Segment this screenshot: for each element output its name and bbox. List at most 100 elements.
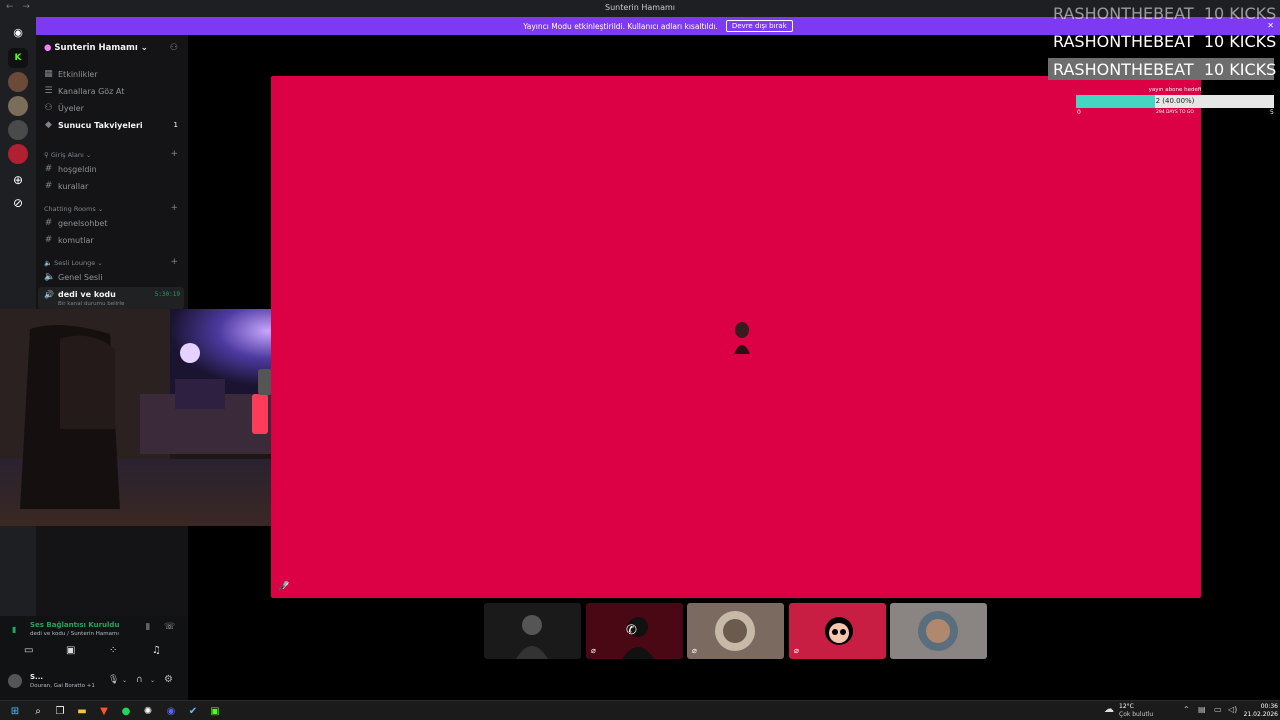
speaker-icon: 🔈 — [44, 272, 56, 282]
menu-server-boosts[interactable]: ◆ Sunucu Takviyeleri — [44, 120, 143, 130]
banner-text: Yayıncı Modu etkinleştirildi. Kullanıcı … — [523, 21, 718, 31]
steam-icon[interactable]: ✔ — [186, 704, 200, 718]
avatar — [918, 611, 958, 651]
disconnect-icon[interactable]: ☏ — [164, 622, 175, 632]
kick-alert: RASHONTHEBEAT 10 KICKS — [1053, 3, 1277, 23]
noise-suppression-icon[interactable]: ⫴ — [146, 623, 150, 633]
server-avatar-icon[interactable] — [8, 120, 28, 140]
voice-user-panel: ▮ Ses Bağlantısı Kuruldu dedi ve kodu / … — [0, 616, 188, 700]
weather-desc: Çok bulutlu — [1119, 711, 1154, 718]
channel-genelsohbet[interactable]: # genelsohbet — [44, 218, 108, 228]
network-icon[interactable]: ▭ — [1214, 705, 1222, 714]
goal-max: 5 — [1270, 109, 1274, 116]
screen-share-icon[interactable]: ▣ — [66, 645, 75, 656]
channel-komutlar[interactable]: # komutlar — [44, 235, 94, 245]
participant-tile[interactable] — [890, 603, 987, 659]
chevron-down-icon[interactable]: ⌄ — [150, 677, 155, 684]
headphones-icon[interactable]: ∩ — [136, 675, 143, 685]
invite-icon[interactable]: ⚇ — [170, 43, 178, 53]
disable-streamer-mode-button[interactable]: Devre dışı bırak — [725, 20, 793, 32]
active-voice-channel[interactable]: 🔊 dedi ve kodu 5:30:19 Bir kanal durumu … — [38, 287, 184, 309]
calendar-icon: ▦ — [44, 69, 53, 79]
server-icon: ● — [44, 43, 52, 53]
server-avatar-icon[interactable] — [8, 144, 28, 164]
category-chatting-rooms[interactable]: Chatting Rooms ⌄ — [44, 205, 103, 213]
goal-days-left: 294 DAYS TO GO — [1156, 110, 1194, 115]
kick-server-icon[interactable]: K — [8, 48, 28, 68]
voice-connected-location[interactable]: dedi ve kodu / Sunterin Hamamı — [30, 631, 119, 637]
channel-status-text[interactable]: Bir kanal durumu belirle — [58, 301, 124, 307]
microphone-icon[interactable]: 🎙 — [108, 675, 119, 685]
taskbar: ⊞ ⌕ ❐ ▬ ▼ ● ✺ ◉ ✔ ▣ ☁ 12°C Çok bulutlu ⌃… — [0, 700, 1280, 720]
server-name: Sunterin Hamamı — [54, 43, 138, 53]
discord-icon[interactable]: ◉ — [164, 704, 178, 718]
boost-icon: ◆ — [45, 120, 52, 130]
brave-browser-icon[interactable]: ▼ — [97, 704, 111, 718]
camera-off-icon[interactable]: ▭ — [24, 645, 33, 656]
muted-mic-icon: ⌀ — [591, 646, 596, 655]
hash-icon: # — [44, 181, 53, 191]
file-explorer-icon[interactable]: ▬ — [75, 704, 89, 718]
channel-kurallar[interactable]: # kurallar — [44, 181, 89, 191]
category-sesli-lounge[interactable]: 🔈 Sesli Lounge ⌄ — [44, 259, 103, 267]
kick-alert: RASHONTHEBEAT 10 KICKS — [1048, 58, 1276, 80]
weather-icon[interactable]: ☁ — [1104, 704, 1114, 715]
spotify-icon[interactable]: ● — [119, 704, 133, 718]
avatar[interactable] — [8, 674, 22, 688]
muted-mic-icon: ⌀ — [692, 646, 697, 655]
gear-icon[interactable]: ⚙ — [164, 674, 173, 685]
menu-browse-channels[interactable]: ☰ Kanallara Göz At — [44, 86, 124, 96]
app-icon[interactable]: ▣ — [208, 704, 222, 718]
menu-members[interactable]: ⚇ Üyeler — [44, 103, 84, 113]
channel-hosgeldin[interactable]: # hoşgeldin — [44, 164, 97, 174]
voice-timer: 5:30:19 — [154, 291, 180, 298]
add-channel-icon[interactable]: + — [170, 149, 178, 159]
participant-tile[interactable]: ✆ ⌀ — [586, 603, 683, 659]
chatgpt-icon[interactable]: ✺ — [141, 704, 155, 718]
members-icon: ⚇ — [44, 103, 53, 113]
avatar — [825, 617, 853, 645]
boost-badge: 1 — [173, 121, 178, 129]
phone-icon: ✆ — [626, 623, 637, 638]
windows-start-icon[interactable]: ⊞ — [8, 704, 22, 718]
tray-app-icon[interactable]: ▤ — [1198, 705, 1206, 714]
activities-icon[interactable]: ⁘ — [109, 645, 117, 656]
server-avatar-icon[interactable] — [8, 96, 28, 116]
add-channel-icon[interactable]: + — [170, 203, 178, 213]
server-avatar-icon[interactable] — [8, 72, 28, 92]
avatar — [715, 611, 755, 651]
hash-icon: # — [44, 235, 53, 245]
browse-channels-icon: ☰ — [44, 86, 53, 96]
add-server-icon[interactable]: ⊕ — [8, 170, 28, 190]
user-name: S... — [30, 673, 44, 681]
category-giris-alani[interactable]: ⚲ Giriş Alanı ⌄ — [44, 151, 91, 159]
discover-icon[interactable]: ⊘ — [8, 193, 28, 213]
task-view-icon[interactable]: ❐ — [53, 704, 67, 718]
clock-time[interactable]: 00:36 — [1244, 703, 1278, 710]
search-icon[interactable]: ⌕ — [31, 704, 45, 718]
voice-channel-name: dedi ve kodu — [58, 290, 116, 299]
add-channel-icon[interactable]: + — [170, 257, 178, 267]
channel-genel-sesli[interactable]: 🔈 Genel Sesli — [44, 272, 103, 282]
weather-temp: 12°C — [1119, 703, 1134, 710]
soundboard-icon[interactable]: ♫ — [152, 645, 161, 656]
clock-date[interactable]: 21.02.2026 — [1240, 711, 1278, 718]
voice-connected-status[interactable]: Ses Bağlantısı Kuruldu — [30, 621, 119, 629]
participant-avatar — [734, 322, 750, 354]
participant-tile[interactable]: ⌀ — [789, 603, 886, 659]
hash-icon: # — [44, 218, 53, 228]
signal-icon: ▮ — [12, 625, 17, 634]
chevron-down-icon[interactable]: ⌄ — [122, 677, 127, 684]
participant-tile[interactable]: ⌀ — [687, 603, 784, 659]
server-header[interactable]: ● Sunterin Hamamı ⌄ — [44, 43, 148, 53]
discord-home-icon[interactable]: ◉ — [8, 22, 28, 42]
volume-icon[interactable]: ◁) — [1228, 705, 1237, 714]
menu-events[interactable]: ▦ Etkinlikler — [44, 69, 97, 79]
tray-expand-icon[interactable]: ⌃ — [1183, 705, 1190, 714]
goal-title: yayın abone hedefi — [1148, 87, 1202, 93]
hash-icon: # — [44, 164, 53, 174]
user-activity: Douran, Gai Boratto +1 — [30, 683, 95, 689]
participant-tile[interactable] — [484, 603, 581, 659]
goal-value: 2 (40.00%) — [1155, 97, 1195, 105]
muted-mic-icon: 🎤̸ — [278, 582, 290, 592]
